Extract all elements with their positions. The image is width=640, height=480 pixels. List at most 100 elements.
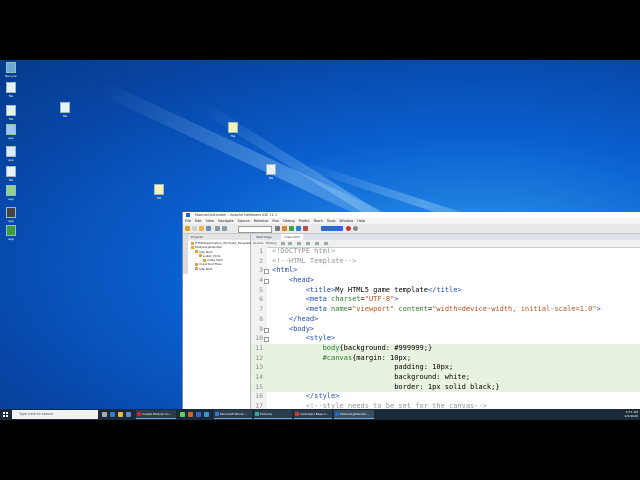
window-title-bar[interactable]: Module1JsHandler - Apache NetBeans IDE 1… bbox=[183, 212, 640, 218]
code-line[interactable]: 4 <head> bbox=[251, 276, 640, 286]
code-editor[interactable]: Start Page index.html Source History 1 <!… bbox=[251, 234, 640, 409]
profile-icon[interactable] bbox=[303, 226, 308, 231]
letterbox-bottom bbox=[0, 420, 640, 480]
code-line[interactable]: 11 body{background: #999999;} bbox=[251, 343, 640, 354]
code-line[interactable]: 17 <!--style needs to be set for the can… bbox=[251, 402, 640, 409]
line-number: 7 bbox=[259, 305, 263, 314]
menu-item[interactable]: View bbox=[206, 219, 214, 223]
save-all-icon[interactable] bbox=[206, 226, 211, 231]
macro-icon[interactable] bbox=[324, 242, 328, 245]
fold-toggle-icon[interactable] bbox=[264, 327, 269, 333]
undo-icon[interactable] bbox=[215, 226, 220, 231]
folder-icon bbox=[199, 254, 202, 258]
desktop-icon[interactable]: file bbox=[260, 164, 282, 180]
fold-toggle-icon[interactable] bbox=[264, 279, 269, 285]
debug-icon[interactable] bbox=[296, 226, 301, 231]
build-icon[interactable] bbox=[275, 226, 280, 231]
app-icon[interactable] bbox=[188, 412, 193, 417]
gc-icon[interactable] bbox=[353, 226, 358, 231]
code-lines[interactable]: 1 <!DOCTYPE html> 2 <!--HTML Template--> 3 <h… bbox=[251, 247, 640, 409]
desktop-icon[interactable]: file bbox=[148, 184, 170, 200]
desktop-icon[interactable]: app bbox=[0, 124, 22, 140]
code-line[interactable]: 7 <meta name="viewport" content="width=d… bbox=[251, 305, 640, 315]
netbeans-window[interactable]: Module1JsHandler - Apache NetBeans IDE 1… bbox=[182, 212, 640, 409]
desktop-icon[interactable]: app bbox=[0, 207, 22, 223]
code-line[interactable]: 15 border: 1px solid black;} bbox=[251, 382, 640, 393]
code-text: <!DOCTYPE html> bbox=[272, 247, 336, 255]
app-icon[interactable] bbox=[204, 412, 209, 417]
menu-item[interactable]: File bbox=[185, 219, 191, 223]
folder-icon bbox=[195, 250, 198, 254]
desktop-icon[interactable]: app bbox=[0, 146, 22, 162]
store-icon[interactable] bbox=[126, 412, 131, 417]
menu-item[interactable]: Help bbox=[357, 219, 365, 223]
history-tab[interactable]: History bbox=[266, 240, 277, 247]
clean-build-icon[interactable] bbox=[282, 226, 287, 231]
toggle-bookmark-icon[interactable] bbox=[306, 242, 310, 245]
desktop-icon[interactable]: file bbox=[0, 82, 22, 98]
menu-item[interactable]: Profile bbox=[299, 219, 310, 223]
taskbar-app-microsoft-windows[interactable]: Microsoft Windo... bbox=[214, 410, 252, 419]
desktop-icon[interactable]: app bbox=[0, 225, 22, 241]
taskbar-app-pictures[interactable]: Pictures bbox=[254, 410, 292, 419]
desktop-icon[interactable]: app bbox=[0, 185, 22, 201]
tree-item-label: Site Root bbox=[199, 266, 213, 271]
forward-icon[interactable] bbox=[288, 242, 292, 245]
code-line[interactable]: 1 <!DOCTYPE html> bbox=[251, 247, 640, 257]
code-line[interactable]: 14 background: white; bbox=[251, 372, 640, 383]
desktop-icon[interactable]: Recycle bbox=[0, 62, 22, 78]
desktop-icon[interactable]: file bbox=[0, 166, 22, 182]
configuration-select[interactable] bbox=[238, 226, 272, 233]
redo-icon[interactable] bbox=[222, 226, 227, 231]
run-icon[interactable] bbox=[289, 226, 294, 231]
code-line[interactable]: 8 </head> bbox=[251, 315, 640, 325]
system-clock[interactable]: 3:57 AM 2/4/2020 bbox=[625, 410, 638, 418]
new-project-icon[interactable] bbox=[185, 226, 190, 231]
code-line[interactable]: 16 </style> bbox=[251, 392, 640, 402]
code-line[interactable]: 13 padding: 10px; bbox=[251, 363, 640, 373]
edge-icon[interactable] bbox=[110, 412, 115, 417]
source-tab[interactable]: Source bbox=[253, 240, 263, 247]
taskbar-search-input[interactable]: Type here to search bbox=[12, 410, 98, 419]
menu-item[interactable]: Source bbox=[238, 219, 250, 223]
menu-item[interactable]: Run bbox=[272, 219, 279, 223]
code-line[interactable]: 2 <!--HTML Template--> bbox=[251, 257, 640, 267]
open-icon[interactable] bbox=[199, 226, 204, 231]
new-file-icon[interactable] bbox=[192, 226, 197, 231]
code-line[interactable]: 3 <html> bbox=[251, 266, 640, 276]
tree-item[interactable]: Site Root bbox=[191, 267, 250, 271]
taskbar-app-netbeans[interactable]: Module1JsHandle... bbox=[334, 410, 374, 419]
task-view-icon[interactable] bbox=[102, 412, 107, 417]
taskbar-app-matchjavi[interactable]: matchjavi Base li... bbox=[294, 410, 332, 419]
stop-icon[interactable] bbox=[346, 226, 351, 231]
desktop-icon[interactable]: file bbox=[54, 102, 76, 118]
menu-item[interactable]: Navigate bbox=[218, 219, 234, 223]
start-button[interactable] bbox=[3, 412, 8, 417]
line-number: 1 bbox=[259, 247, 263, 255]
menu-item[interactable]: Window bbox=[339, 219, 353, 223]
code-line[interactable]: 9 <body> bbox=[251, 325, 640, 335]
desktop-icon[interactable]: file bbox=[0, 105, 22, 121]
code-line[interactable]: 12 #canvas{margin: 10px; bbox=[251, 353, 640, 364]
app-icon[interactable] bbox=[196, 412, 201, 417]
menu-item[interactable]: Team bbox=[314, 219, 323, 223]
taskbar-app-create-module[interactable]: Create Module Co... bbox=[136, 410, 176, 419]
app-icon[interactable] bbox=[180, 412, 185, 417]
fold-toggle-icon[interactable] bbox=[264, 269, 269, 275]
fold-toggle-icon[interactable] bbox=[264, 337, 269, 343]
search-input[interactable] bbox=[321, 226, 343, 231]
side-tabs[interactable] bbox=[183, 234, 188, 274]
code-line[interactable]: 5 <title>My HTML5 game template</title> bbox=[251, 286, 640, 296]
menu-item[interactable]: Tools bbox=[327, 219, 336, 223]
menu-item[interactable]: Refactor bbox=[254, 219, 269, 223]
desktop-icon[interactable]: file bbox=[222, 122, 244, 138]
menu-item[interactable]: Edit bbox=[195, 219, 202, 223]
window-title: Module1JsHandler - Apache NetBeans IDE 1… bbox=[195, 213, 278, 217]
comment-icon[interactable] bbox=[315, 242, 319, 245]
file-explorer-icon[interactable] bbox=[118, 412, 123, 417]
menu-item[interactable]: Debug bbox=[283, 219, 295, 223]
find-icon[interactable] bbox=[297, 242, 301, 245]
code-line[interactable]: 6 <meta charset="UTF-8"> bbox=[251, 295, 640, 305]
back-icon[interactable] bbox=[281, 242, 285, 245]
code-line[interactable]: 10 <style> bbox=[251, 334, 640, 344]
